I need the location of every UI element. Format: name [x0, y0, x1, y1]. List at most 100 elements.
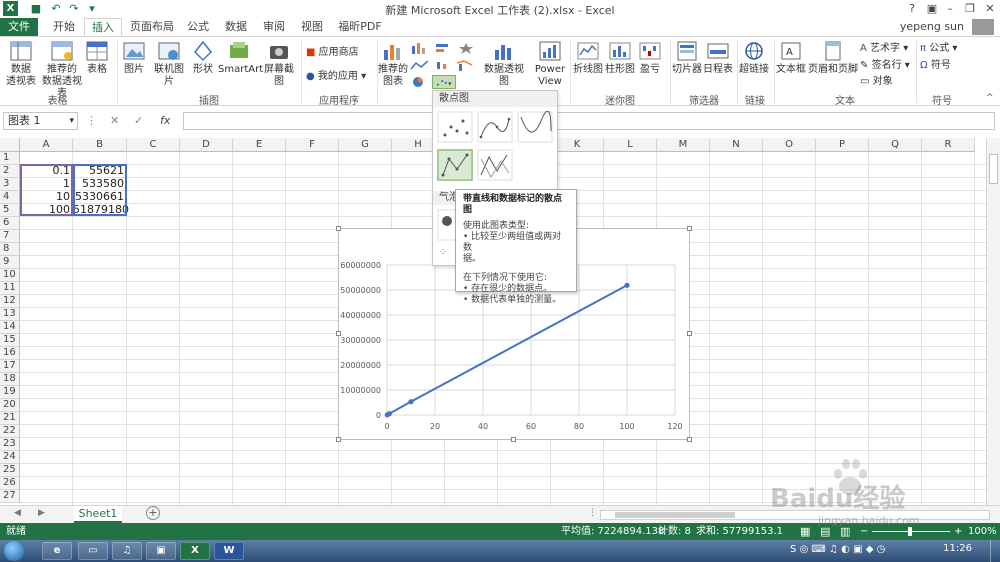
textbox-button[interactable]: A 文本框 — [776, 40, 806, 76]
ribbon-display-icon[interactable]: ▣ — [922, 0, 942, 18]
row-header-18[interactable]: 18 — [0, 373, 20, 386]
tab-page-layout[interactable]: 页面布局 — [126, 18, 178, 36]
scatter-straight-markers-icon[interactable] — [437, 149, 473, 181]
tab-file[interactable]: 文件 — [0, 18, 38, 36]
row-header-25[interactable]: 25 — [0, 464, 20, 477]
column-header-f[interactable]: F — [286, 138, 339, 152]
resize-handle[interactable] — [336, 226, 341, 231]
row-header-2[interactable]: 2 — [0, 165, 20, 178]
recommended-charts-button[interactable]: 推荐的 图表 — [378, 40, 408, 88]
avatar[interactable] — [972, 19, 994, 35]
row-header-10[interactable]: 10 — [0, 269, 20, 282]
user-name[interactable]: yepeng sun — [900, 20, 964, 33]
horizontal-scroll-thumb[interactable] — [615, 512, 735, 518]
show-desktop-button[interactable] — [990, 540, 1000, 562]
row-header-7[interactable]: 7 — [0, 230, 20, 243]
bar-chart-icon[interactable] — [434, 42, 454, 54]
app-taskbar-icon[interactable]: ▣ — [146, 542, 176, 560]
word-taskbar-icon[interactable]: W — [214, 542, 244, 560]
sheet-tab-sheet1[interactable]: Sheet1 — [74, 506, 122, 523]
scatter-straight-lines-icon[interactable] — [477, 149, 513, 181]
column-header-c[interactable]: C — [127, 138, 180, 152]
row-header-17[interactable]: 17 — [0, 360, 20, 373]
column-header-n[interactable]: N — [710, 138, 763, 152]
symbol-button[interactable]: Ω 符号 — [920, 59, 951, 73]
row-header-13[interactable]: 13 — [0, 308, 20, 321]
row-header-3[interactable]: 3 — [0, 178, 20, 191]
row-header-4[interactable]: 4 — [0, 191, 20, 204]
line-chart-icon[interactable] — [410, 59, 430, 71]
help-button[interactable]: ? — [902, 0, 922, 18]
stock-chart-icon[interactable] — [434, 59, 454, 71]
collapse-ribbon-icon[interactable]: ^ — [986, 93, 994, 103]
resize-handle[interactable] — [687, 226, 692, 231]
vertical-scroll-thumb[interactable] — [989, 154, 998, 184]
tab-formulas[interactable]: 公式 — [180, 18, 216, 36]
column-header-g[interactable]: G — [339, 138, 392, 152]
insert-function-icon[interactable]: fx — [160, 114, 170, 127]
column-header-d[interactable]: D — [180, 138, 233, 152]
row-header-14[interactable]: 14 — [0, 321, 20, 334]
row-header-15[interactable]: 15 — [0, 334, 20, 347]
online-picture-button[interactable]: 联机图片 — [150, 40, 188, 88]
vertical-scrollbar[interactable] — [986, 138, 1000, 505]
taskbar-clock[interactable]: 11:26 — [943, 543, 972, 554]
start-button-icon[interactable] — [4, 541, 24, 561]
resize-handle[interactable] — [687, 437, 692, 442]
combo-chart-icon[interactable] — [456, 59, 476, 71]
ie-taskbar-icon[interactable]: e — [42, 542, 72, 560]
column-header-r[interactable]: R — [922, 138, 975, 152]
tab-review[interactable]: 审阅 — [256, 18, 292, 36]
row-header-6[interactable]: 6 — [0, 217, 20, 230]
column-header-e[interactable]: E — [233, 138, 286, 152]
signature-line-button[interactable]: ✎ 签名行 ▾ — [860, 59, 910, 73]
table-button[interactable]: 表格 — [84, 40, 110, 76]
scatter-smooth-lines-icon[interactable] — [517, 111, 553, 143]
tray-icons[interactable]: S ◎ ⌨ ♫ ◐ ▣ ◆ ◷ — [790, 544, 885, 555]
cell-a5[interactable]: 100 — [20, 204, 73, 217]
column-header-m[interactable]: M — [657, 138, 710, 152]
row-header-27[interactable]: 27 — [0, 490, 20, 503]
picture-button[interactable]: 图片 — [120, 40, 148, 76]
qq-taskbar-icon[interactable]: ♫ — [112, 542, 142, 560]
column-header-k[interactable]: K — [551, 138, 604, 152]
row-header-16[interactable]: 16 — [0, 347, 20, 360]
scatter-smooth-markers-icon[interactable] — [477, 111, 513, 143]
equation-button[interactable]: π 公式 ▾ — [920, 42, 957, 56]
column-header-p[interactable]: P — [816, 138, 869, 152]
sheet-scroll-right-icon[interactable]: ▶ — [38, 508, 45, 518]
tab-foxit-pdf[interactable]: 福昕PDF — [334, 18, 386, 36]
header-footer-button[interactable]: 页眉和页脚 — [808, 40, 858, 76]
column-header-l[interactable]: L — [604, 138, 657, 152]
row-header-21[interactable]: 21 — [0, 412, 20, 425]
wordart-button[interactable]: A 艺术字 ▾ — [860, 42, 908, 56]
tab-view[interactable]: 视图 — [294, 18, 330, 36]
resize-handle[interactable] — [687, 331, 692, 336]
row-header-8[interactable]: 8 — [0, 243, 20, 256]
column-header-o[interactable]: O — [763, 138, 816, 152]
add-sheet-icon[interactable]: + — [146, 506, 160, 520]
row-header-9[interactable]: 9 — [0, 256, 20, 269]
excel-taskbar-icon[interactable]: X — [180, 542, 210, 560]
my-apps-button[interactable]: ● 我的应用 ▾ — [306, 70, 366, 84]
column-chart-icon[interactable] — [410, 42, 430, 54]
sparkline-column-button[interactable]: 柱形图 — [604, 40, 636, 76]
sparkline-line-button[interactable]: 折线图 — [572, 40, 604, 76]
tab-home[interactable]: 开始 — [46, 18, 82, 36]
tab-insert[interactable]: 插入 — [84, 18, 122, 37]
column-header-q[interactable]: Q — [869, 138, 922, 152]
name-box[interactable]: 图表 1 ▾ — [3, 112, 78, 130]
row-header-20[interactable]: 20 — [0, 399, 20, 412]
select-all-corner[interactable] — [0, 138, 20, 152]
row-header-19[interactable]: 19 — [0, 386, 20, 399]
row-header-23[interactable]: 23 — [0, 438, 20, 451]
row-header-24[interactable]: 24 — [0, 451, 20, 464]
hierarchy-chart-icon[interactable] — [456, 42, 476, 54]
zoom-slider-thumb[interactable] — [908, 527, 912, 536]
row-header-26[interactable]: 26 — [0, 477, 20, 490]
tab-data[interactable]: 数据 — [218, 18, 254, 36]
minimize-icon[interactable]: – — [940, 0, 960, 18]
enter-icon[interactable]: ✓ — [134, 114, 143, 127]
formula-input[interactable] — [183, 112, 995, 130]
row-header-12[interactable]: 12 — [0, 295, 20, 308]
